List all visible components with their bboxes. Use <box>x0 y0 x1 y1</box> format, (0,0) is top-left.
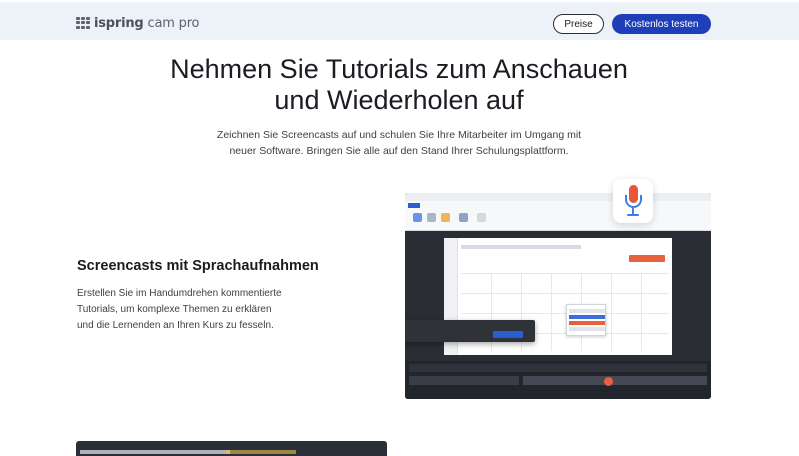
logo-brand-text: ispring <box>94 15 144 31</box>
mock-ribbon-button <box>477 213 486 222</box>
mock-ribbon-button <box>441 213 450 222</box>
preview-accent <box>226 450 296 454</box>
mock-grid-line <box>641 273 642 351</box>
feature-text-line-2: Tutorials, um komplexe Themen zu erkläre… <box>77 304 272 315</box>
mock-grid-line <box>461 313 669 314</box>
mock-timeline <box>405 361 711 399</box>
mock-ribbon-button <box>427 213 436 222</box>
top-navigation-bar: ispring cam pro Preise Kostenlos testen <box>0 0 799 40</box>
hero-subtitle-line-2: neuer Software. Bringen Sie alle auf den… <box>229 145 569 157</box>
next-section-preview <box>76 441 387 456</box>
mock-file-tab <box>408 203 420 208</box>
hero-title-line-2: und Wiederholen auf <box>274 85 524 115</box>
ispring-logo-icon <box>76 17 90 29</box>
mock-popup-row <box>569 327 605 331</box>
hero-subtitle-line-1: Zeichnen Sie Screencasts auf und schulen… <box>216 129 582 141</box>
free-trial-button[interactable]: Kostenlos testen <box>612 14 711 34</box>
mock-page-header <box>461 245 581 249</box>
microphone-badge <box>613 179 653 223</box>
feature-title: Screencasts mit Sprachaufnahmen <box>77 258 319 274</box>
mock-popup-row <box>569 321 605 325</box>
pricing-button[interactable]: Preise <box>553 14 604 34</box>
mock-grid-line <box>461 293 669 294</box>
mock-popup-menu <box>566 304 606 336</box>
feature-text-line-1: Erstellen Sie im Handumdrehen kommentier… <box>77 288 282 299</box>
mock-popup-row <box>569 309 605 313</box>
mock-timeline-track <box>409 376 519 385</box>
mock-popup-row <box>569 315 605 319</box>
mock-timeline-track <box>523 376 707 385</box>
hero-title: Nehmen Sie Tutorials zum Anschauen und W… <box>99 54 699 116</box>
logo-product-text: cam pro <box>147 15 200 31</box>
mock-title-bar <box>405 193 711 201</box>
mock-toolbar-button <box>493 331 523 338</box>
microphone-icon-arc <box>625 195 642 208</box>
mock-ribbon-button <box>459 213 468 222</box>
mock-grid-line <box>461 273 669 274</box>
mock-recording-toolbar <box>405 320 535 342</box>
mock-ribbon <box>405 201 711 231</box>
hero-title-line-1: Nehmen Sie Tutorials zum Anschauen <box>170 54 628 84</box>
mock-ribbon-button <box>413 213 422 222</box>
app-screenshot-preview <box>405 193 711 399</box>
mock-grid-line <box>611 273 612 351</box>
feature-description: Erstellen Sie im Handumdrehen kommentier… <box>77 286 347 334</box>
feature-text-line-3: und die Lernenden an Ihren Kurs zu fesse… <box>77 320 274 331</box>
mock-grid-line <box>551 273 552 351</box>
preview-content <box>80 450 230 454</box>
microphone-icon-base <box>627 214 639 216</box>
hero-subtitle: Zeichnen Sie Screencasts auf und schulen… <box>160 127 638 159</box>
mock-timeline-marker <box>604 377 613 386</box>
ispring-logo[interactable]: ispring cam pro <box>76 15 200 31</box>
mock-timeline-ruler <box>409 364 707 372</box>
mock-red-button <box>629 255 665 262</box>
